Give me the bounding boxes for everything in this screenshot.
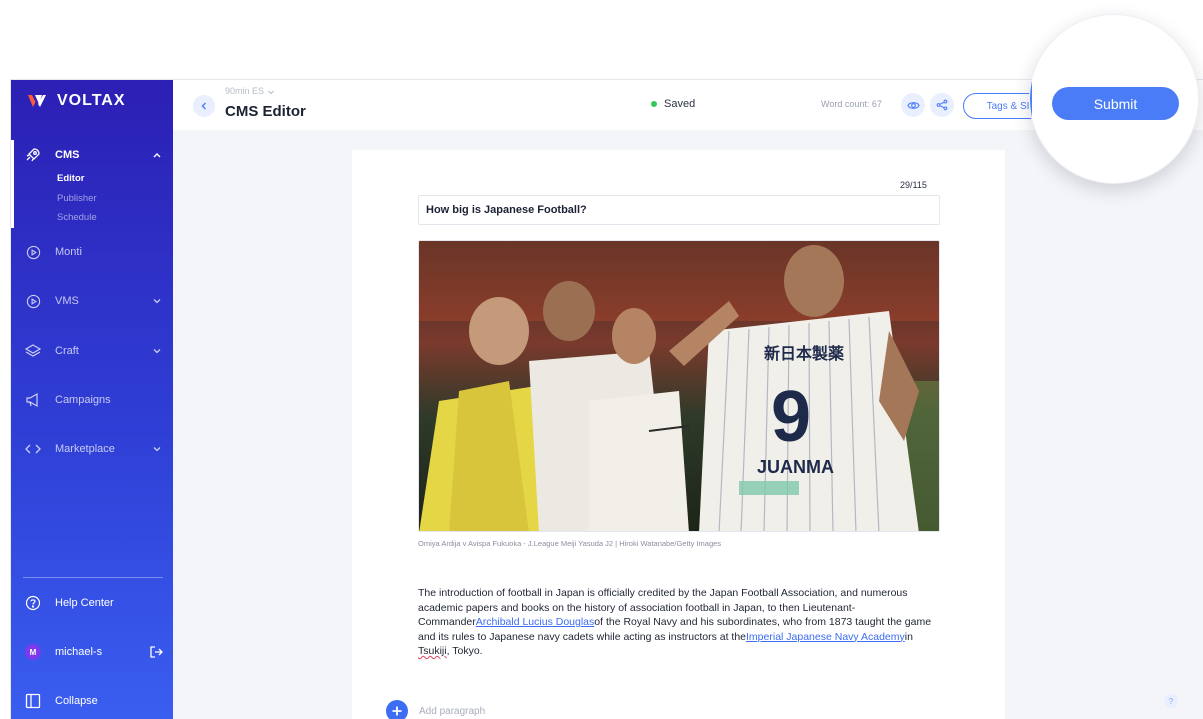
site-name: 90min ES	[225, 86, 265, 96]
svg-text:9: 9	[771, 377, 811, 457]
sidebar-item-label: VMS	[55, 295, 79, 307]
sidebar-item-label: Help Center	[55, 597, 114, 609]
chevron-down-icon	[267, 90, 274, 94]
add-paragraph-row[interactable]: Add paragraph	[386, 700, 485, 719]
svg-text:JUANMA: JUANMA	[757, 457, 834, 477]
sidebar-item-cms[interactable]: CMS	[11, 141, 173, 169]
inline-link-archibald[interactable]: Archibald Lucius Douglas	[476, 616, 594, 628]
back-button[interactable]	[193, 95, 215, 117]
share-button[interactable]	[930, 93, 954, 117]
football-photo-image: 新日本製薬 9 JUANMA	[419, 241, 939, 531]
svg-text:新日本製薬: 新日本製薬	[764, 344, 845, 363]
sidebar-divider	[23, 577, 163, 578]
code-icon	[25, 441, 41, 457]
sidebar-subitem-editor[interactable]: Editor	[57, 173, 84, 184]
sidebar-item-marketplace[interactable]: Marketplace	[11, 435, 173, 463]
avatar: M	[25, 644, 41, 660]
brand[interactable]: VOLTAX	[27, 92, 126, 110]
sidebar-subitem-publisher[interactable]: Publisher	[57, 193, 97, 204]
sidebar-item-campaigns[interactable]: Campaigns	[11, 386, 173, 414]
chevron-down-icon[interactable]	[151, 443, 163, 455]
plus-icon	[392, 706, 402, 716]
layers-icon	[25, 343, 41, 359]
word-count: Word count: 67	[821, 99, 882, 109]
status-dot	[651, 101, 657, 107]
panel-collapse-icon	[25, 693, 41, 709]
tags-button-edge	[1030, 79, 1050, 139]
sidebar-item-help[interactable]: Help Center	[11, 589, 173, 617]
sidebar-subitem-schedule[interactable]: Schedule	[57, 212, 97, 223]
sidebar-item-label: CMS	[55, 149, 80, 161]
chevron-left-icon	[201, 102, 206, 110]
voltax-logo-icon	[28, 95, 46, 107]
chevron-down-icon[interactable]	[151, 345, 163, 357]
question-mark-icon: ?	[1168, 696, 1174, 706]
inline-link-academy[interactable]: Imperial Japanese Navy Academy	[746, 631, 905, 643]
rocket-icon	[25, 147, 41, 163]
paragraph-block[interactable]: The introduction of football in Japan is…	[418, 586, 943, 659]
sidebar-item-label: Marketplace	[55, 443, 115, 455]
brand-name: VOLTAX	[57, 92, 126, 109]
sidebar-item-label: Monti	[55, 246, 82, 258]
eye-icon	[906, 101, 920, 109]
site-selector[interactable]: 90min ES	[225, 86, 275, 96]
save-status-label: Saved	[664, 98, 696, 110]
headline-input[interactable]: How big is Japanese Football?	[418, 195, 940, 225]
user-name: michael-s	[55, 646, 103, 658]
sidebar-item-vms[interactable]: VMS	[11, 287, 173, 315]
body-text-4: , Tokyo.	[446, 645, 483, 657]
play-circle-icon	[25, 244, 41, 260]
character-counter: 29/115	[900, 180, 927, 190]
page-title: CMS Editor	[225, 103, 306, 120]
add-paragraph-button[interactable]	[386, 700, 408, 719]
sidebar: VOLTAX CMS Editor Publisher Schedule Mon…	[11, 80, 173, 719]
help-circle-icon	[25, 595, 41, 611]
submit-button[interactable]: Submit	[1052, 87, 1179, 120]
sidebar-item-label: Campaigns	[55, 394, 111, 406]
preview-button[interactable]	[901, 93, 925, 117]
image-caption[interactable]: Omiya Ardija v Avispa Fukuoka - J.League…	[418, 539, 721, 548]
megaphone-icon	[25, 392, 41, 408]
inline-word-tsukiji: Tsukiji	[418, 645, 447, 657]
editor-canvas: 29/115 How big is Japanese Football? 新日本…	[352, 150, 1005, 719]
featured-image[interactable]: 新日本製薬 9 JUANMA	[418, 240, 940, 532]
sidebar-item-collapse[interactable]: Collapse	[11, 687, 173, 715]
sidebar-item-user[interactable]: M michael-s	[11, 638, 173, 666]
logout-icon[interactable]	[149, 645, 163, 659]
add-paragraph-label: Add paragraph	[419, 705, 486, 717]
avatar-initial: M	[25, 644, 41, 660]
body-text-3: in	[904, 630, 913, 643]
sidebar-item-label: Craft	[55, 345, 79, 357]
sidebar-item-label: Collapse	[55, 695, 98, 707]
chevron-up-icon[interactable]	[151, 149, 163, 161]
share-icon	[936, 99, 948, 111]
play-circle-icon	[25, 293, 41, 309]
app-window: VOLTAX CMS Editor Publisher Schedule Mon…	[10, 79, 1203, 719]
help-bubble-button[interactable]: ?	[1164, 694, 1178, 708]
save-status: Saved	[651, 98, 695, 110]
sidebar-item-craft[interactable]: Craft	[11, 337, 173, 365]
sidebar-item-monti[interactable]: Monti	[11, 238, 173, 266]
page: VOLTAX CMS Editor Publisher Schedule Mon…	[0, 0, 1203, 719]
chevron-down-icon[interactable]	[151, 295, 163, 307]
